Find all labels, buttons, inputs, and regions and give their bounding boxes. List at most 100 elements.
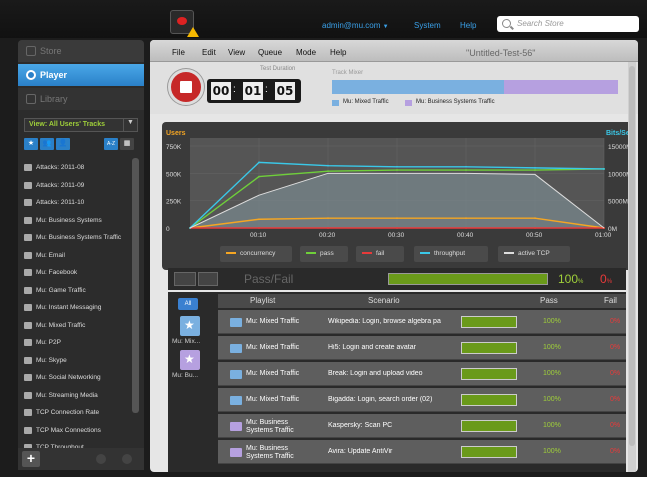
y-tick-label: 0 xyxy=(166,226,170,233)
table-row[interactable]: Mu: Mixed Traffic Break: Login and upload… xyxy=(218,362,626,386)
stop-button[interactable] xyxy=(168,69,204,105)
data-point xyxy=(327,217,329,220)
hours-field[interactable]: 00 xyxy=(211,82,231,100)
track-item[interactable]: Mu: Business Systems xyxy=(22,213,134,229)
column-scenario[interactable]: Scenario xyxy=(368,296,400,305)
track-item[interactable]: Mu: Skype xyxy=(22,353,134,369)
playlist-cell: Mu: Mixed Traffic xyxy=(246,318,300,325)
legend-concurrency[interactable]: concurrency xyxy=(220,246,292,262)
user-filter-button[interactable]: 👤 xyxy=(56,138,70,150)
data-point xyxy=(534,227,536,229)
track-item[interactable]: Mu: Mixed Traffic xyxy=(22,318,134,334)
mixer-segment-business[interactable] xyxy=(503,80,618,94)
fail-cell: 0% xyxy=(610,422,621,429)
track-item[interactable]: Mu: Social Networking xyxy=(22,370,134,386)
track-label: TCP Connection Rate xyxy=(36,409,100,416)
sort-az-button[interactable]: A-Z xyxy=(104,138,118,150)
user-menu[interactable]: admin@mu.com ▼ xyxy=(322,21,389,30)
settings-icon[interactable] xyxy=(96,454,106,464)
table-row[interactable]: Mu: Business Systems Traffic Avira: Updat… xyxy=(218,440,626,464)
group-filter-button[interactable]: 👥 xyxy=(40,138,54,150)
system-link[interactable]: System xyxy=(414,21,441,30)
pass-progress-bar xyxy=(461,446,517,458)
track-item[interactable]: Mu: Email xyxy=(22,248,134,264)
favorites-filter-button[interactable]: ★ xyxy=(24,138,38,150)
column-fail[interactable]: Fail xyxy=(604,296,617,305)
pass-progress-bar xyxy=(461,342,517,354)
suite-mixed-icon[interactable] xyxy=(180,316,200,336)
table-row[interactable]: Mu: Mixed Traffic Wikipedia: Login, brows… xyxy=(218,310,626,334)
time-separator: : xyxy=(233,84,236,95)
track-mixer-bar[interactable] xyxy=(332,80,618,94)
top-bar: admin@mu.com ▼ System Help Search Store xyxy=(0,0,647,38)
track-label: Mu: Business Systems xyxy=(36,216,102,224)
main-scrollbar[interactable] xyxy=(628,62,636,472)
track-item[interactable]: Attacks: 2011-09 xyxy=(22,178,134,194)
sidebar-item-player[interactable]: Player xyxy=(18,64,144,86)
grid-view-button[interactable]: ▦ xyxy=(120,138,134,150)
track-icon xyxy=(24,181,32,189)
track-item[interactable]: TCP Connection Rate xyxy=(22,405,134,421)
track-icon xyxy=(24,164,32,171)
pass-percent: 100% xyxy=(558,272,584,286)
library-icon xyxy=(26,94,36,104)
data-point xyxy=(396,165,398,168)
menu-view[interactable]: View xyxy=(228,48,245,57)
table-row[interactable]: Mu: Business Systems Traffic Kaspersky: S… xyxy=(218,414,626,438)
track-item[interactable]: TCP Max Connections xyxy=(22,423,134,439)
track-item[interactable]: Attacks: 2011-08 xyxy=(22,160,134,176)
suite-business-icon[interactable] xyxy=(180,350,200,370)
track-item[interactable]: Mu: Facebook xyxy=(22,265,134,281)
legend-pass[interactable]: pass xyxy=(300,246,348,262)
seconds-field[interactable]: 05 xyxy=(275,82,295,100)
menu-queue[interactable]: Queue xyxy=(258,48,282,57)
playlist-icon xyxy=(230,344,242,353)
menu-mode[interactable]: Mode xyxy=(296,48,316,57)
search-input[interactable]: Search Store xyxy=(497,16,639,32)
track-item[interactable]: Mu: Business Systems Traffic xyxy=(22,230,134,246)
sidebar-item-library[interactable]: Library xyxy=(18,88,144,110)
mixer-segment-mixed[interactable] xyxy=(332,80,504,94)
minutes-field[interactable]: 01 xyxy=(243,82,263,100)
track-item[interactable]: Attacks: 2011-10 xyxy=(22,195,134,211)
search-icon xyxy=(502,19,511,28)
legend-fail[interactable]: fail xyxy=(356,246,404,262)
sidebar-scrollbar[interactable] xyxy=(132,158,139,413)
legend-throughput[interactable]: throughput xyxy=(414,246,488,262)
view-select[interactable]: View: All Users' Tracks ▼ xyxy=(24,118,138,132)
add-track-button[interactable]: + xyxy=(22,451,40,467)
track-icon xyxy=(24,234,32,241)
menu-file[interactable]: File xyxy=(172,48,185,57)
app-logo-icon[interactable] xyxy=(170,10,199,37)
fail-percent: 0% xyxy=(600,272,613,286)
table-row[interactable]: Mu: Mixed Traffic Hi5: Login and create a… xyxy=(218,336,626,360)
help-link[interactable]: Help xyxy=(460,21,476,30)
scenario-cell: Kaspersky: Scan PC xyxy=(328,422,393,429)
track-item[interactable]: Mu: Instant Messaging xyxy=(22,300,134,316)
table-row[interactable]: Mu: Mixed Traffic Bigadda: Login, search … xyxy=(218,388,626,412)
menu-edit[interactable]: Edit xyxy=(202,48,216,57)
waveform-icon[interactable] xyxy=(174,272,196,286)
track-icon xyxy=(24,374,32,381)
track-item[interactable]: Mu: P2P xyxy=(22,335,134,351)
menu-help[interactable]: Help xyxy=(330,48,346,57)
delete-icon[interactable] xyxy=(122,454,132,464)
data-point xyxy=(465,165,467,168)
column-playlist[interactable]: Playlist xyxy=(250,296,275,305)
pass-progress-bar xyxy=(461,368,517,380)
column-pass[interactable]: Pass xyxy=(540,296,558,305)
track-item[interactable]: Mu: Streaming Media xyxy=(22,388,134,404)
track-item[interactable]: Mu: Game Traffic xyxy=(22,283,134,299)
warning-icon xyxy=(187,27,199,37)
scrollbar-thumb[interactable] xyxy=(629,66,635,446)
all-suites-button[interactable]: All xyxy=(178,298,198,310)
list-icon[interactable] xyxy=(198,272,218,286)
mixer-legend-item: Mu: Mixed Traffic xyxy=(332,99,389,106)
data-point xyxy=(396,227,398,229)
data-point xyxy=(327,227,329,229)
sidebar-item-store[interactable]: Store xyxy=(18,40,144,62)
y-tick-label: 500K xyxy=(166,171,182,178)
data-point xyxy=(258,175,260,178)
legend-active-tcp[interactable]: active TCP xyxy=(498,246,570,262)
duration-display[interactable]: 00 : 01 : 05 xyxy=(207,79,301,103)
